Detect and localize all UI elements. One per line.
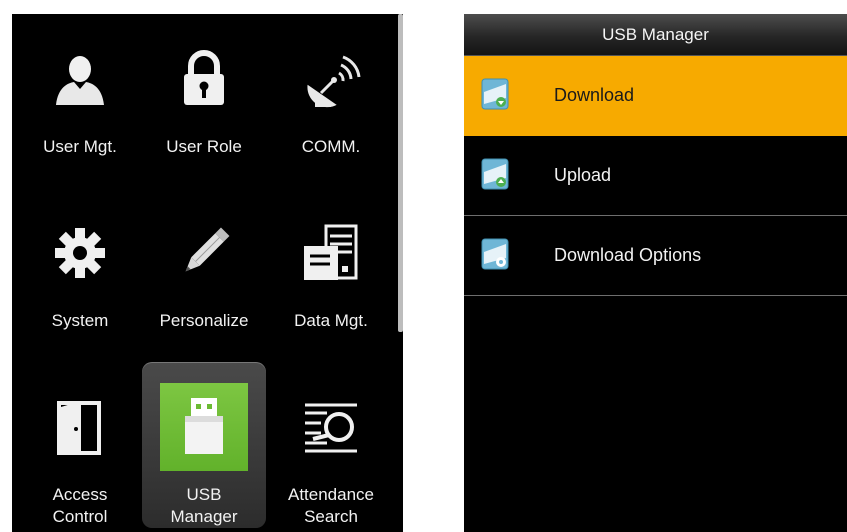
- usb-upload-icon: [481, 158, 509, 190]
- menu-tile-usb-manager[interactable]: USB Manager: [142, 362, 266, 528]
- menu-tile-label-line2: Search: [304, 507, 358, 526]
- menu-tile-user-role[interactable]: User Role: [142, 14, 266, 180]
- menu-tile-label: COMM.: [301, 137, 361, 156]
- list-item-download-options[interactable]: Download Options: [464, 216, 847, 296]
- menu-tile-label-line1: Attendance: [287, 485, 374, 504]
- menu-tile-label-line2: Control: [52, 507, 108, 526]
- menu-tile-label: System: [51, 311, 109, 330]
- satellite-dish-icon: [269, 44, 393, 114]
- user-icon: [18, 44, 142, 114]
- menu-tile-label-line1: USB: [186, 485, 222, 504]
- list-item-label: Download Options: [554, 245, 702, 265]
- menu-tile-personalize[interactable]: Personalize: [142, 188, 266, 354]
- list-item-label: Upload: [554, 165, 612, 185]
- menu-scrollbar[interactable]: [398, 14, 403, 332]
- usb-manager-panel: USB Manager Download Upload Download Opt…: [464, 14, 847, 532]
- usb-options-icon: [481, 238, 509, 270]
- menu-tile-label: Attendance Search: [269, 484, 393, 528]
- pencil-icon: [142, 218, 266, 288]
- lock-icon: [142, 44, 266, 114]
- usb-drive-icon: [160, 383, 248, 471]
- list-item-download[interactable]: Download: [464, 56, 847, 136]
- door-icon: [18, 392, 142, 462]
- main-menu-panel: User Mgt. User Role COMM. System Persona…: [12, 14, 403, 532]
- list-item-label: Download: [554, 85, 635, 105]
- usb-tile-icon-wrap: [142, 383, 266, 471]
- magnifier-search-icon: [269, 392, 393, 462]
- menu-tile-label: Access Control: [18, 484, 142, 528]
- menu-tile-label: Personalize: [159, 311, 249, 330]
- server-icon: [269, 218, 393, 288]
- menu-tile-comm[interactable]: COMM.: [269, 14, 393, 180]
- gear-icon: [18, 218, 142, 288]
- menu-tile-label: User Mgt.: [43, 137, 117, 156]
- menu-tile-label-line1: Access: [52, 485, 108, 504]
- menu-tile-label: User Role: [166, 137, 242, 156]
- menu-tile-system[interactable]: System: [18, 188, 142, 354]
- list-item-upload[interactable]: Upload: [464, 136, 847, 216]
- menu-tile-label: USB Manager: [142, 484, 266, 528]
- menu-tile-data-mgt[interactable]: Data Mgt.: [269, 188, 393, 354]
- menu-tile-label-line2: Manager: [170, 507, 238, 526]
- usb-manager-title: USB Manager: [464, 14, 847, 56]
- menu-tile-user-mgt[interactable]: User Mgt.: [18, 14, 142, 180]
- menu-tile-attendance-search[interactable]: Attendance Search: [269, 362, 393, 528]
- usb-download-icon: [481, 78, 509, 110]
- menu-tile-label: Data Mgt.: [294, 311, 368, 330]
- menu-tile-access-control[interactable]: Access Control: [18, 362, 142, 528]
